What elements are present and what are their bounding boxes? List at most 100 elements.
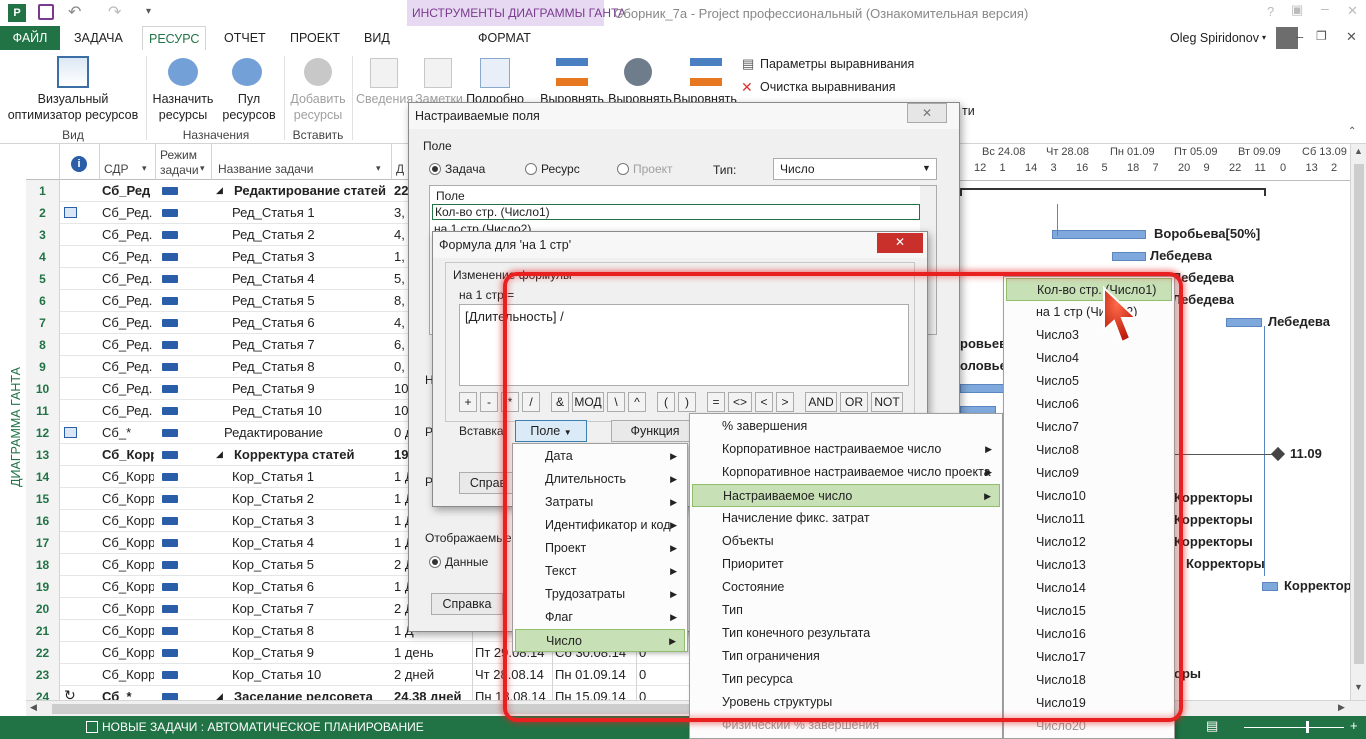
- operator-button[interactable]: -: [480, 392, 498, 412]
- restore-ribbon-icon[interactable]: ▣: [1291, 2, 1303, 18]
- task-name-cell[interactable]: Редактирование статей: [230, 180, 392, 202]
- calendar-indicator-icon[interactable]: [64, 427, 77, 438]
- scroll-right-icon[interactable]: ▶: [1338, 702, 1345, 713]
- zoom-in-icon[interactable]: +: [1350, 718, 1358, 733]
- wbs-cell[interactable]: Сб_Ред.: [100, 202, 154, 224]
- task-name-cell[interactable]: Ред_Статья 5: [228, 290, 392, 312]
- task-radio[interactable]: Задача: [429, 162, 485, 176]
- task-name-cell[interactable]: Ред_Статья 8: [228, 356, 392, 378]
- scroll-up-icon[interactable]: ▲: [1354, 146, 1363, 156]
- user-menu-chevron-icon[interactable]: ▾: [1262, 33, 1266, 42]
- filter-arrow-icon[interactable]: ▾: [200, 163, 205, 174]
- wbs-cell[interactable]: Сб_Ред.: [100, 224, 154, 246]
- tab-project[interactable]: ПРОЕКТ: [284, 26, 346, 50]
- wbs-cell[interactable]: Сб_Корр: [100, 444, 154, 466]
- wbs-cell[interactable]: Сб_Ред.: [100, 312, 154, 334]
- task-name-cell[interactable]: Кор_Статья 8: [228, 620, 392, 642]
- close-window-icon[interactable]: ✕: [1347, 3, 1358, 19]
- wbs-cell[interactable]: Сб_Корр: [100, 488, 154, 510]
- wbs-cell[interactable]: Сб_*: [100, 422, 154, 444]
- row-number[interactable]: 21: [26, 620, 60, 642]
- collapse-triangle-icon[interactable]: ◢: [216, 185, 223, 196]
- scroll-down-icon[interactable]: ▼: [1354, 682, 1363, 692]
- indicators-column[interactable]: i: [60, 144, 100, 180]
- collapse-triangle-icon[interactable]: ◢: [216, 449, 223, 460]
- avatar[interactable]: [1276, 27, 1298, 49]
- dur-cell[interactable]: 2 дней: [392, 664, 472, 686]
- row-number[interactable]: 4: [26, 246, 60, 268]
- minimize-icon[interactable]: –: [1321, 0, 1329, 16]
- row-number[interactable]: 3: [26, 224, 60, 246]
- task-name-cell[interactable]: Ред_Статья 7: [228, 334, 392, 356]
- tab-report[interactable]: ОТЧЕТ: [218, 26, 272, 50]
- tab-task[interactable]: ЗАДАЧА: [68, 26, 129, 50]
- wbs-cell[interactable]: Сб_Ред.: [100, 400, 154, 422]
- task-name-cell[interactable]: Ред_Статья 10: [228, 400, 392, 422]
- resource-pool-button[interactable]: Пул ресурсов: [218, 91, 280, 123]
- assign-resources-button[interactable]: Назначить ресурсы: [150, 91, 216, 123]
- wbs-column-header[interactable]: СДР ▾: [100, 144, 156, 180]
- dur-cell[interactable]: 1 день: [392, 642, 472, 664]
- mode-column-header[interactable]: Режим задачи ▾: [156, 144, 212, 180]
- task-name-cell[interactable]: Ред_Статья 2: [228, 224, 392, 246]
- wbs-cell[interactable]: Сб_Корр: [100, 554, 154, 576]
- milestone-icon[interactable]: [1270, 446, 1286, 462]
- formula-close-button[interactable]: ✕: [877, 233, 923, 253]
- task-name-cell[interactable]: Кор_Статья 5: [228, 554, 392, 576]
- row-number[interactable]: 1: [26, 180, 60, 202]
- leveling-options-button[interactable]: Параметры выравнивания: [760, 57, 914, 71]
- wbs-cell[interactable]: Сб_Корр: [100, 598, 154, 620]
- project-radio[interactable]: Проект: [617, 162, 673, 176]
- row-number[interactable]: 10: [26, 378, 60, 400]
- row-number[interactable]: 15: [26, 488, 60, 510]
- type-select[interactable]: Число ▼: [773, 158, 937, 180]
- gantt-bar[interactable]: [1262, 582, 1278, 591]
- wbs-cell[interactable]: Сб_Ред: [100, 180, 154, 202]
- wbs-cell[interactable]: Сб_Корр: [100, 664, 154, 686]
- save-icon[interactable]: [38, 4, 54, 20]
- wbs-cell[interactable]: Сб_Ред.: [100, 268, 154, 290]
- gantt-bar[interactable]: [1052, 230, 1146, 239]
- help-icon[interactable]: ?: [1267, 4, 1274, 19]
- wbs-cell[interactable]: Сб_Корр: [100, 466, 154, 488]
- window-close-icon[interactable]: ✕: [1346, 29, 1357, 45]
- project-app-icon[interactable]: P: [8, 4, 26, 22]
- row-number[interactable]: 18: [26, 554, 60, 576]
- vertical-scrollbar[interactable]: ▲ ▼: [1350, 144, 1366, 700]
- task-name-cell[interactable]: Ред_Статья 3: [228, 246, 392, 268]
- zoom-thumb[interactable]: [1306, 721, 1309, 733]
- row-number[interactable]: 14: [26, 466, 60, 488]
- status-text[interactable]: НОВЫЕ ЗАДАЧИ : АВТОМАТИЧЕСКОЕ ПЛАНИРОВАН…: [102, 720, 424, 734]
- calendar-indicator-icon[interactable]: [64, 207, 77, 218]
- scroll-thumb[interactable]: [1354, 164, 1364, 664]
- undo-icon[interactable]: ↶: [68, 2, 81, 22]
- row-number[interactable]: 13: [26, 444, 60, 466]
- task-name-cell[interactable]: Корректура статей: [230, 444, 392, 466]
- row-number[interactable]: 6: [26, 290, 60, 312]
- wbs-cell[interactable]: Сб_Корр: [100, 642, 154, 664]
- name-column-header[interactable]: Название задачи ▾: [212, 144, 392, 180]
- tab-resource[interactable]: РЕСУРС: [142, 26, 207, 51]
- resource-radio[interactable]: Ресурс: [525, 162, 580, 176]
- row-number[interactable]: 5: [26, 268, 60, 290]
- task-name-cell[interactable]: Редактирование: [220, 422, 392, 444]
- field-list-item[interactable]: Кол-во стр. (Число1): [432, 204, 920, 220]
- row-number[interactable]: 16: [26, 510, 60, 532]
- wbs-cell[interactable]: Сб_Ред.: [100, 334, 154, 356]
- wbs-cell[interactable]: Сб_Корр: [100, 620, 154, 642]
- wbs-cell[interactable]: Сб_Корр: [100, 510, 154, 532]
- operator-button[interactable]: +: [459, 392, 477, 412]
- task-name-cell[interactable]: Кор_Статья 4: [228, 532, 392, 554]
- custom-fields-help-button[interactable]: Справка: [431, 593, 503, 615]
- add-resources-button[interactable]: Добавить ресурсы: [286, 91, 350, 123]
- window-restore-icon[interactable]: ❐: [1316, 29, 1327, 43]
- data-radio[interactable]: Данные: [429, 555, 488, 569]
- wbs-cell[interactable]: Сб_Ред.: [100, 378, 154, 400]
- row-number[interactable]: 22: [26, 642, 60, 664]
- user-name[interactable]: Oleg Spiridonov: [1170, 31, 1259, 45]
- task-name-cell[interactable]: Кор_Статья 6: [228, 576, 392, 598]
- wbs-cell[interactable]: Сб_Ред.: [100, 356, 154, 378]
- row-number[interactable]: 8: [26, 334, 60, 356]
- tab-format[interactable]: ФОРМАТ: [472, 26, 537, 50]
- task-name-cell[interactable]: Кор_Статья 2: [228, 488, 392, 510]
